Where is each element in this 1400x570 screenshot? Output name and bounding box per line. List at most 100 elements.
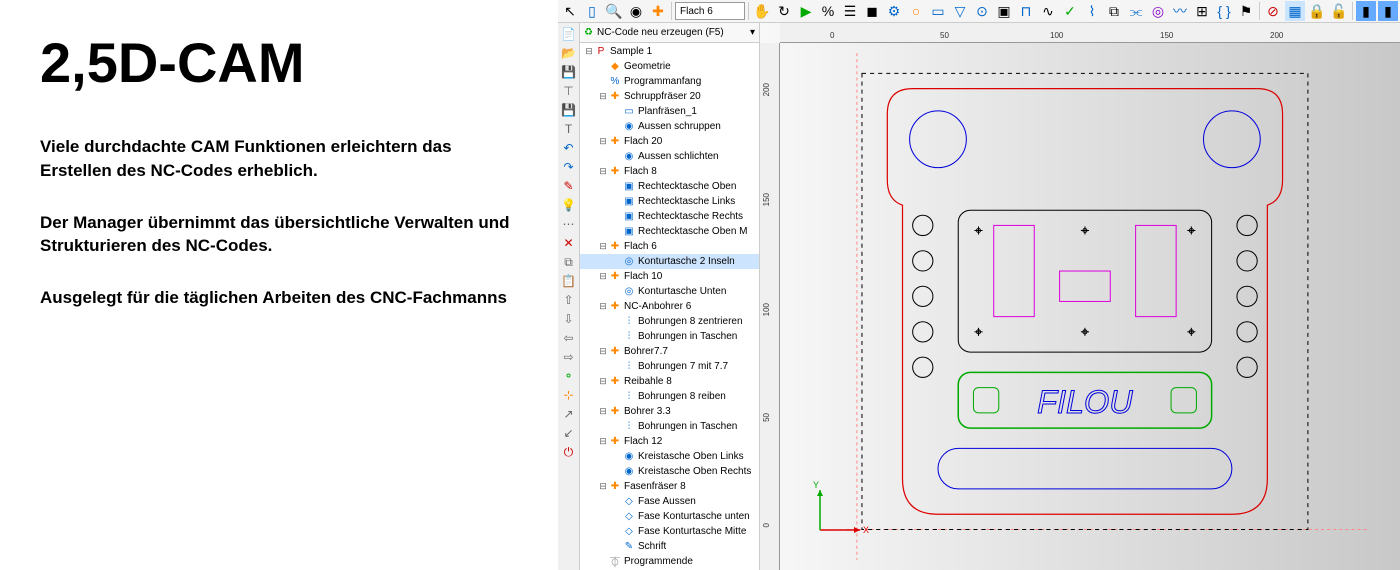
down-icon[interactable]: ⇩ <box>560 310 578 328</box>
brackets-icon[interactable]: { } <box>1214 1 1234 21</box>
unlock-icon[interactable]: 🔓 <box>1329 1 1349 21</box>
dropdown-arrow-icon[interactable]: ▾ <box>750 27 755 38</box>
rect-tool-icon[interactable]: ▭ <box>928 1 948 21</box>
export-icon[interactable]: ↗ <box>560 405 578 423</box>
expand-toggle-icon[interactable]: ⊟ <box>598 346 608 357</box>
grid-icon[interactable]: ▦ <box>1285 1 1305 21</box>
tree-node[interactable]: ⊟✚Reibahle 8 <box>580 374 759 389</box>
tree-node[interactable]: ◎Konturtasche 2 Inseln <box>580 254 759 269</box>
up-icon[interactable]: ⇧ <box>560 291 578 309</box>
tree-node[interactable]: ⊟✚Schruppfräser 20 <box>580 89 759 104</box>
hand-icon[interactable]: ✋ <box>752 1 772 21</box>
thread-icon[interactable]: ∿ <box>1038 1 1058 21</box>
wave-icon[interactable]: 〰 <box>1170 1 1190 21</box>
redo-icon[interactable]: ↷ <box>560 158 578 176</box>
tree-node[interactable]: %Programmanfang <box>580 74 759 89</box>
expand-toggle-icon[interactable]: ⊟ <box>598 481 608 492</box>
flag-icon[interactable]: ⚑ <box>1236 1 1256 21</box>
layer-dropdown[interactable]: Flach 6 <box>675 2 745 20</box>
tree-body[interactable]: ⊟PSample 1◆Geometrie%Programmanfang⊟✚Sch… <box>580 43 759 570</box>
tree-node[interactable]: ⊟✚Flach 20 <box>580 134 759 149</box>
tree-node[interactable]: ⏁Programmende <box>580 554 759 569</box>
tree-node[interactable]: ▣Rechtecktasche Oben M <box>580 224 759 239</box>
tree-node[interactable]: ◆Geometrie <box>580 59 759 74</box>
filter-icon[interactable]: ▽ <box>950 1 970 21</box>
compass-icon[interactable]: ✚ <box>648 1 668 21</box>
saveas-icon[interactable]: 💾 <box>560 101 578 119</box>
new-icon[interactable]: 📄 <box>560 25 578 43</box>
tree-node[interactable]: ⊟✚Flach 8 <box>580 164 759 179</box>
zoom-icon[interactable]: 🔍 <box>604 1 624 21</box>
tree-node[interactable]: ◉Kreistasche Oben Rechts <box>580 464 759 479</box>
drill-icon[interactable]: ⊙ <box>972 1 992 21</box>
tree-node[interactable]: ▭Planfräsen_1 <box>580 104 759 119</box>
open-icon[interactable]: 📂 <box>560 44 578 62</box>
cursor-icon[interactable]: ↖ <box>560 1 580 21</box>
copy-icon[interactable]: ⧉ <box>1104 1 1124 21</box>
nodes-icon[interactable]: ⚬ <box>560 367 578 385</box>
tree-node[interactable]: ⫶Bohrungen 8 reiben <box>580 389 759 404</box>
tree-node[interactable]: ⊟✚Bohrer7.7 <box>580 344 759 359</box>
tree-node[interactable]: ⊟✚Flach 6 <box>580 239 759 254</box>
circle-tool-icon[interactable]: ○ <box>906 1 926 21</box>
tree-node[interactable]: ▣Rechtecktasche Oben <box>580 179 759 194</box>
target-icon[interactable]: ◉ <box>626 1 646 21</box>
window-icon[interactable]: ⊞ <box>1192 1 1212 21</box>
expand-toggle-icon[interactable]: ⊟ <box>598 376 608 387</box>
more-icon[interactable]: ⋯ <box>560 215 578 233</box>
bar1-icon[interactable]: ▮ <box>1356 1 1376 21</box>
delete-icon[interactable]: ✕ <box>560 234 578 252</box>
left-icon[interactable]: ⇦ <box>560 329 578 347</box>
tree-node[interactable]: ✎Schrift <box>580 539 759 554</box>
tree-node[interactable]: ◉Aussen schruppen <box>580 119 759 134</box>
play-icon[interactable]: ▶ <box>796 1 816 21</box>
percent-icon[interactable]: % <box>818 1 838 21</box>
paste-icon[interactable]: 📋 <box>560 272 578 290</box>
document-icon[interactable]: ▯ <box>582 1 602 21</box>
pencil-icon[interactable]: ✎ <box>560 177 578 195</box>
rotate-icon[interactable]: ↻ <box>774 1 794 21</box>
expand-toggle-icon[interactable]: ⊟ <box>598 406 608 417</box>
save-icon[interactable]: 💾 <box>560 63 578 81</box>
link-icon[interactable]: ⫘ <box>1126 1 1146 21</box>
cancel-icon[interactable]: ⊘ <box>1263 1 1283 21</box>
right-icon[interactable]: ⇨ <box>560 348 578 366</box>
pocket-icon[interactable]: ▣ <box>994 1 1014 21</box>
expand-toggle-icon[interactable]: ⊟ <box>598 241 608 252</box>
undo-icon[interactable]: ↶ <box>560 139 578 157</box>
expand-toggle-icon[interactable]: ⊟ <box>584 46 594 57</box>
expand-toggle-icon[interactable]: ⊟ <box>598 166 608 177</box>
tree-node[interactable]: ◇Fase Konturtasche unten <box>580 509 759 524</box>
expand-toggle-icon[interactable]: ⊟ <box>598 301 608 312</box>
tree-node[interactable]: ▣Rechtecktasche Links <box>580 194 759 209</box>
tree-node[interactable]: ◎Konturtasche Unten <box>580 284 759 299</box>
tree-node[interactable]: ⊟✚Flach 12 <box>580 434 759 449</box>
tree-node[interactable]: ⫶Bohrungen 7 mit 7.7 <box>580 359 759 374</box>
check-icon[interactable]: ✓ <box>1060 1 1080 21</box>
import-icon[interactable]: ↙ <box>560 424 578 442</box>
tree-node[interactable]: ◉Aussen schlichten <box>580 149 759 164</box>
tree-node[interactable]: ⊟✚Bohrer 3.3 <box>580 404 759 419</box>
expand-toggle-icon[interactable]: ⊟ <box>598 91 608 102</box>
expand-toggle-icon[interactable]: ⊟ <box>598 271 608 282</box>
solid-icon[interactable]: ◼ <box>862 1 882 21</box>
tree-node[interactable]: ◉Kreistasche Oben Links <box>580 449 759 464</box>
expand-toggle-icon[interactable]: ⊟ <box>598 136 608 147</box>
tree-node[interactable]: ⊟✚Flach 10 <box>580 269 759 284</box>
tree-node[interactable]: ⊟✚NC-Anbohrer 6 <box>580 299 759 314</box>
slot-icon[interactable]: ⊓ <box>1016 1 1036 21</box>
list-icon[interactable]: ☰ <box>840 1 860 21</box>
drawing-viewport[interactable]: 050100150200 200150100500 <box>760 23 1400 570</box>
tree-node[interactable]: ⫶Bohrungen 8 zentrieren <box>580 314 759 329</box>
lock-icon[interactable]: 🔒 <box>1307 1 1327 21</box>
tool-icon[interactable]: ⊤ <box>560 82 578 100</box>
text-icon[interactable]: T <box>560 120 578 138</box>
tree-node[interactable]: ⫶Bohrungen in Taschen <box>580 329 759 344</box>
gear-icon[interactable]: ⚙ <box>884 1 904 21</box>
bar2-icon[interactable]: ▮ <box>1378 1 1398 21</box>
tree-node[interactable]: ⊟✚Fasenfräser 8 <box>580 479 759 494</box>
path-icon[interactable]: ⌇ <box>1082 1 1102 21</box>
spiral-icon[interactable]: ◎ <box>1148 1 1168 21</box>
canvas[interactable]: FILOU X Y <box>780 43 1400 570</box>
tree-node[interactable]: ⊟PSample 1 <box>580 44 759 59</box>
